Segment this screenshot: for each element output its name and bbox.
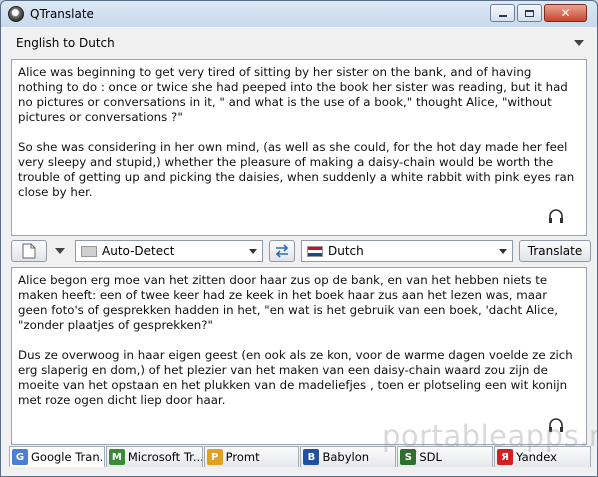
tab-microsoft[interactable]: M Microsoft Tr... (105, 446, 203, 467)
source-paragraph-2: So she was considering in her own mind, … (18, 140, 575, 199)
result-paragraph-1: Alice begon erg moe van het zitten door … (18, 273, 558, 332)
target-language-value: Dutch (328, 244, 364, 258)
listen-source-icon[interactable] (548, 209, 564, 223)
watermark: portableapps.nl (382, 419, 598, 453)
tab-label: Babylon (322, 450, 370, 464)
chevron-down-icon (249, 249, 257, 254)
direction-dropdown[interactable]: English to Dutch (8, 32, 590, 54)
dutch-flag-icon (307, 245, 323, 257)
close-button[interactable]: ✕ (544, 4, 587, 22)
maximize-button[interactable] (517, 4, 542, 22)
main-panel: English to Dutch Alice was beginning to … (5, 27, 597, 474)
maximize-icon (525, 9, 534, 17)
source-language-select[interactable]: Auto-Detect (75, 240, 263, 262)
tab-label: Google Tran... (31, 450, 105, 464)
window-title: QTranslate (30, 7, 94, 21)
minimize-button[interactable] (490, 4, 515, 22)
chevron-down-icon (499, 249, 507, 254)
swap-languages-button[interactable] (269, 240, 295, 262)
tab-label: Promt (225, 450, 260, 464)
chevron-down-icon (574, 40, 584, 46)
translate-button[interactable]: Translate (519, 240, 591, 262)
tab-google[interactable]: G Google Tran... (9, 446, 105, 467)
source-paragraph-1: Alice was beginning to get very tired of… (18, 65, 568, 124)
target-language-select[interactable]: Dutch (301, 240, 513, 262)
title-bar[interactable]: QTranslate ✕ (1, 1, 597, 27)
source-language-value: Auto-Detect (102, 244, 175, 258)
history-dropdown-icon[interactable] (55, 248, 65, 254)
babylon-icon: B (303, 449, 320, 465)
google-icon: G (12, 449, 28, 465)
unknown-flag-icon (81, 245, 97, 257)
translation-toolbar: Auto-Detect Dutch Translate (11, 240, 591, 264)
swap-icon (275, 244, 289, 258)
source-text-area[interactable]: Alice was beginning to get very tired of… (11, 59, 587, 236)
tab-label: Microsoft Tr... (127, 450, 203, 464)
microsoft-icon: M (108, 449, 125, 465)
promt-icon: P (206, 449, 223, 465)
app-icon (8, 6, 24, 22)
result-paragraph-2: Dus ze overwoog in haar eigen geest (en … (18, 348, 573, 407)
close-icon: ✕ (560, 6, 571, 20)
new-document-button[interactable] (11, 240, 47, 262)
minimize-icon (498, 15, 507, 17)
qtranslate-window: QTranslate ✕ English to Dutch Alice was … (0, 0, 598, 477)
tab-promt[interactable]: P Promt (203, 446, 300, 467)
direction-label: English to Dutch (16, 36, 115, 50)
document-icon (22, 243, 36, 259)
